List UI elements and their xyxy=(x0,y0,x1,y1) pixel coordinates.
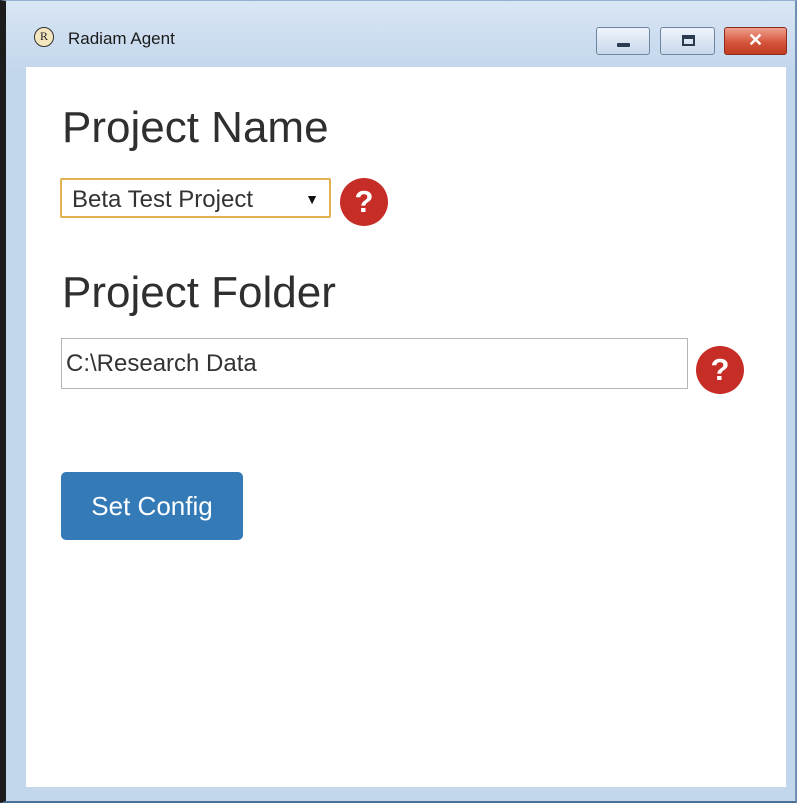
project-folder-input[interactable] xyxy=(61,338,688,389)
project-folder-heading: Project Folder xyxy=(62,268,336,317)
radiam-logo-icon: R xyxy=(34,27,54,47)
window-content: Project Name Beta Test Project ▼ ? Proje… xyxy=(26,67,786,787)
project-name-heading: Project Name xyxy=(62,103,329,152)
minimize-icon xyxy=(617,43,630,47)
app-window: R Radiam Agent ✕ Project Name Beta Test … xyxy=(0,0,797,803)
maximize-button[interactable] xyxy=(660,27,715,55)
dropdown-arrow-icon: ▼ xyxy=(305,191,319,207)
project-name-selected-value: Beta Test Project xyxy=(72,186,253,213)
title-bar[interactable]: R Radiam Agent ✕ xyxy=(6,1,795,67)
project-name-help-icon[interactable]: ? xyxy=(340,178,388,226)
window-title: Radiam Agent xyxy=(68,29,175,48)
maximize-icon xyxy=(682,35,695,46)
close-icon: ✕ xyxy=(747,30,764,50)
minimize-button[interactable] xyxy=(596,27,650,55)
project-folder-help-icon[interactable]: ? xyxy=(696,346,744,394)
project-name-select[interactable]: Beta Test Project ▼ xyxy=(60,178,331,218)
set-config-button[interactable]: Set Config xyxy=(61,472,243,540)
close-button[interactable]: ✕ xyxy=(724,27,787,55)
